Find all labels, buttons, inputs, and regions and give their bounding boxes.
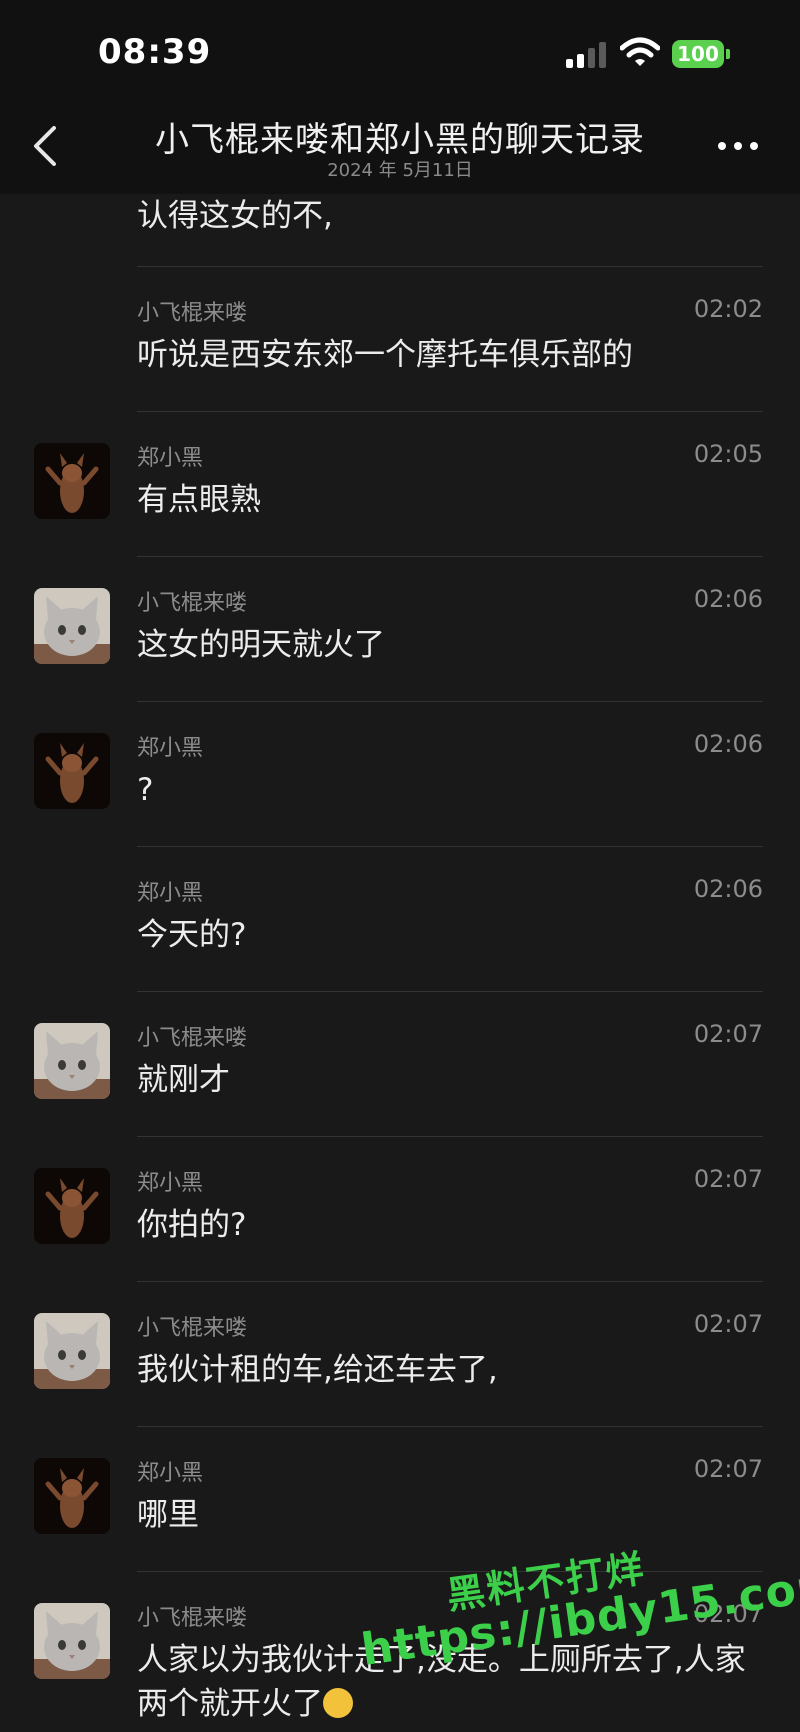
- status-bar: 08:39 100: [0, 0, 800, 100]
- list-item[interactable]: 小飞棍来喽 02:07 人家以为我伙计走了,没走。上厕所去了,人家两个就开火了: [0, 1572, 800, 1732]
- list-item[interactable]: 小飞棍来喽 02:07 就刚才: [0, 992, 800, 1137]
- avatar-grey-cat[interactable]: [34, 588, 110, 664]
- message-text: 有点眼熟: [137, 482, 261, 518]
- message-sender: 小飞棍来喽: [137, 591, 248, 616]
- page-title: 小飞棍来喽和郑小黑的聊天记录: [155, 120, 645, 160]
- message-sender: 郑小黑: [137, 881, 204, 906]
- message-sender: 郑小黑: [137, 1171, 204, 1196]
- message-time: 02:07: [693, 1600, 763, 1628]
- page-subtitle-date: 2024 年 5月11日: [327, 160, 473, 181]
- partial-message-text: 认得这女的不,: [137, 198, 333, 234]
- message-sender: 小飞棍来喽: [137, 301, 248, 326]
- avatar-dark-cat[interactable]: [34, 733, 110, 809]
- message-time: 02:02: [693, 295, 763, 323]
- more-options-button[interactable]: [712, 134, 764, 158]
- list-item[interactable]: 小飞棍来喽 02:06 这女的明天就火了: [0, 557, 800, 702]
- message-text: 今天的?: [137, 917, 247, 953]
- list-item[interactable]: 郑小黑 02:06 ?: [0, 702, 800, 847]
- wifi-icon: [619, 36, 661, 68]
- message-time: 02:06: [693, 585, 763, 613]
- message-time: 02:05: [693, 440, 763, 468]
- message-text: 这女的明天就火了: [137, 627, 385, 663]
- message-text: ?: [137, 772, 154, 808]
- avatar-grey-cat[interactable]: [34, 1603, 110, 1679]
- list-item[interactable]: 郑小黑 02:07 你拍的?: [0, 1137, 800, 1282]
- message-text: 哪里: [137, 1497, 199, 1533]
- battery-cap: [726, 49, 730, 59]
- nav-bar: 小飞棍来喽和郑小黑的聊天记录 2024 年 5月11日: [0, 100, 800, 194]
- message-time: 02:07: [693, 1165, 763, 1193]
- message-sender: 郑小黑: [137, 1461, 204, 1486]
- status-clock: 08:39: [98, 32, 212, 72]
- chat-record-list[interactable]: 认得这女的不, 小飞棍来喽 02:02 听说是西安东郊一个摩托车俱乐部的 郑小黑…: [0, 194, 800, 1732]
- message-time: 02:07: [693, 1310, 763, 1338]
- message-sender: 小飞棍来喽: [137, 1606, 248, 1631]
- avatar-grey-cat[interactable]: [34, 1023, 110, 1099]
- message-text: 我伙计租的车,给还车去了,: [137, 1352, 498, 1388]
- message-text-content: 人家以为我伙计走了,没走。上厕所去了,人家两个就开火了: [137, 1642, 746, 1722]
- list-item[interactable]: 小飞棍来喽 02:07 我伙计租的车,给还车去了,: [0, 1282, 800, 1427]
- message-text: 人家以为我伙计走了,没走。上厕所去了,人家两个就开火了: [137, 1638, 763, 1726]
- list-item[interactable]: 郑小黑 02:06 今天的?: [0, 847, 800, 992]
- message-sender: 小飞棍来喽: [137, 1026, 248, 1051]
- avatar-dark-cat[interactable]: [34, 443, 110, 519]
- cellular-signal-icon: [566, 40, 610, 68]
- message-time: 02:06: [693, 875, 763, 903]
- message-text: 你拍的?: [137, 1207, 247, 1243]
- message-sender: 小飞棍来喽: [137, 1316, 248, 1341]
- message-sender: 郑小黑: [137, 736, 204, 761]
- message-text: 听说是西安东郊一个摩托车俱乐部的: [137, 337, 633, 373]
- more-dots-icon: [718, 142, 726, 150]
- avatar-dark-cat[interactable]: [34, 1458, 110, 1534]
- message-text: 就刚才: [137, 1062, 230, 1098]
- avatar-dark-cat[interactable]: [34, 1168, 110, 1244]
- list-item[interactable]: 郑小黑 02:05 有点眼熟: [0, 412, 800, 557]
- message-time: 02:07: [693, 1020, 763, 1048]
- laughing-crying-emoji-icon: [323, 1687, 353, 1718]
- list-item[interactable]: 小飞棍来喽 02:02 听说是西安东郊一个摩托车俱乐部的: [0, 267, 800, 412]
- message-time: 02:07: [693, 1455, 763, 1483]
- message-time: 02:06: [693, 730, 763, 758]
- list-item[interactable]: 郑小黑 02:07 哪里: [0, 1427, 800, 1572]
- avatar-grey-cat[interactable]: [34, 1313, 110, 1389]
- battery-indicator: 100: [672, 40, 724, 68]
- message-sender: 郑小黑: [137, 446, 204, 471]
